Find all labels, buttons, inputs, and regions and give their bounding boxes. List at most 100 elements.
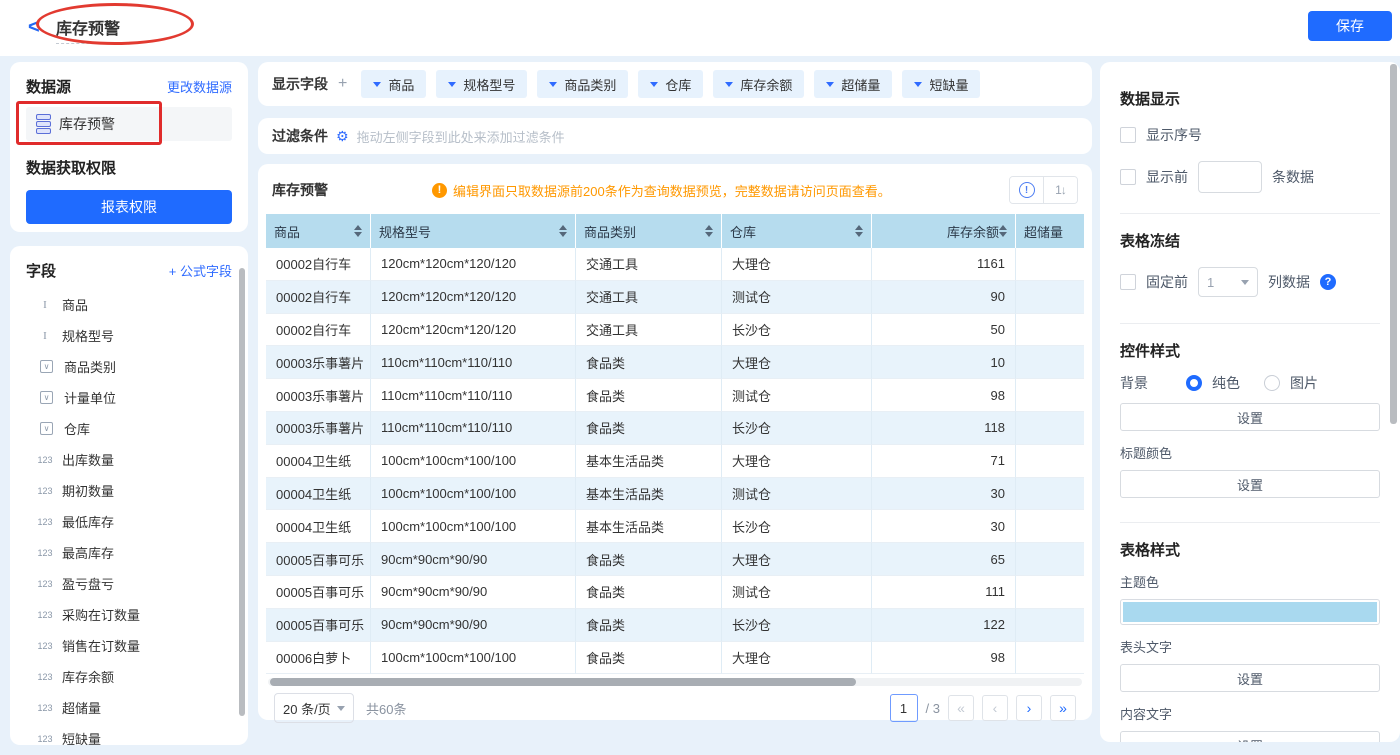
cell-balance: 50 [872,314,1016,347]
column-header-balance[interactable]: 库存余额 [872,214,1016,248]
display-field-chip[interactable]: 商品 [361,70,426,98]
database-icon [36,114,51,134]
cell-overstock [1016,543,1084,576]
page-size-select[interactable]: 20 条/页 [274,693,354,723]
display-field-chip[interactable]: 商品类别 [537,70,628,98]
filter-label: 过滤条件 [272,126,328,146]
cell-product: 00004卫生纸 [266,445,371,478]
field-type-icon: 123 [36,579,54,589]
cell-warehouse: 长沙仓 [722,510,872,543]
display-field-chip[interactable]: 短缺量 [902,70,980,98]
cell-overstock [1016,609,1084,642]
content-text-set-button[interactable]: 设置 [1120,731,1380,742]
field-item[interactable]: 123 盈亏盘亏 [10,568,248,599]
column-header-spec[interactable]: 规格型号 [371,214,576,248]
field-label: 计量单位 [64,388,116,407]
cell-overstock [1016,379,1084,412]
table-row: 00004卫生纸 100cm*100cm*100/100 基本生活品类 大理仓 … [266,445,1084,478]
warning-text: 编辑界面只取数据源前200条作为查询数据预览，完整数据请访问页面查看。 [453,181,891,200]
show-index-checkbox[interactable] [1120,127,1136,143]
back-icon[interactable]: < [28,14,40,40]
display-field-chip[interactable]: 规格型号 [436,70,527,98]
field-item[interactable]: 123 短缺量 [10,723,248,745]
datasource-item[interactable]: 库存预警 [26,107,232,141]
field-item[interactable]: 123 采购在订数量 [10,599,248,630]
field-item[interactable]: 123 出库数量 [10,444,248,475]
report-permission-button[interactable]: 报表权限 [26,190,232,224]
page-title[interactable]: 库存预警 [56,15,120,44]
cell-overstock [1016,281,1084,314]
solid-color-radio[interactable] [1186,375,1202,391]
freeze-checkbox[interactable] [1120,274,1136,290]
field-item[interactable]: 123 最低库存 [10,506,248,537]
display-fields-bar: 显示字段 + 商品 规格型号 商品类别 仓库 库存余额 超储量 [258,62,1092,106]
table-header-row: 商品 规格型号 商品类别 仓库 库存余额 超储量 [266,214,1084,248]
sort-button[interactable]: 1↓ [1043,177,1077,203]
first-page-button[interactable]: « [948,695,974,721]
column-header-product[interactable]: 商品 [266,214,371,248]
cell-overstock [1016,642,1084,675]
next-page-button[interactable]: › [1016,695,1042,721]
image-label: 图片 [1290,373,1318,393]
column-header-category[interactable]: 商品类别 [576,214,722,248]
column-header-overstock[interactable]: 超储量 [1016,214,1084,248]
change-datasource-link[interactable]: 更改数据源 [167,77,232,96]
field-item[interactable]: 123 库存余额 [10,661,248,692]
gear-icon[interactable]: ⚙ [336,128,349,145]
cell-product: 00002自行车 [266,248,371,281]
chip-label: 库存余额 [740,75,792,94]
add-formula-field-link[interactable]: + 公式字段 [169,261,232,280]
freeze-count-select[interactable]: 1 [1198,267,1258,297]
background-set-button[interactable]: 设置 [1120,403,1380,431]
field-item[interactable]: ∨ 计量单位 [10,382,248,413]
field-item[interactable]: ∨ 商品类别 [10,351,248,382]
total-pages: / 3 [926,701,940,716]
column-header-warehouse[interactable]: 仓库 [722,214,872,248]
sort-arrows-icon [705,225,713,237]
add-display-field-button[interactable]: + [338,75,347,93]
horizontal-scrollbar[interactable] [270,678,856,686]
fields-title: 字段 [26,260,56,281]
cell-balance: 118 [872,412,1016,445]
cell-category: 食品类 [576,346,722,379]
field-item[interactable]: I 规格型号 [10,320,248,351]
cell-balance: 90 [872,281,1016,314]
image-radio[interactable] [1264,375,1280,391]
settings-scrollbar[interactable] [1390,64,1397,424]
field-type-icon: ∨ [40,360,53,373]
title-color-set-button[interactable]: 设置 [1120,470,1380,498]
field-type-icon: I [36,330,54,342]
field-item[interactable]: 123 超储量 [10,692,248,723]
prev-page-button[interactable]: ‹ [982,695,1008,721]
field-type-icon: ∨ [40,422,53,435]
horizontal-scrollbar-track [268,678,1082,686]
info-button[interactable]: ! [1010,177,1043,203]
field-item[interactable]: 123 期初数量 [10,475,248,506]
last-page-button[interactable]: » [1050,695,1076,721]
display-field-chip[interactable]: 仓库 [638,70,703,98]
save-button[interactable]: 保存 [1308,11,1392,41]
show-first-checkbox[interactable] [1120,169,1136,185]
settings-panel: 数据显示 显示序号 显示前 条数据 表格冻结 固定前 1 列数据 ? 控件样式 … [1100,62,1400,742]
help-icon[interactable]: ? [1320,274,1336,290]
chevron-down-icon [337,706,345,711]
field-item[interactable]: 123 最高库存 [10,537,248,568]
field-item[interactable]: ∨ 仓库 [10,413,248,444]
display-field-chip[interactable]: 库存余额 [713,70,804,98]
header-text-set-button[interactable]: 设置 [1120,664,1380,692]
row-limit-input[interactable] [1198,161,1262,193]
field-type-icon: 123 [36,703,54,713]
theme-color-swatch[interactable] [1120,599,1380,625]
cell-balance: 111 [872,576,1016,609]
field-type-icon: 123 [36,672,54,682]
field-item[interactable]: I 商品 [10,289,248,320]
datasource-panel: 数据源 更改数据源 库存预警 数据获取权限 报表权限 [10,62,248,232]
fields-scrollbar[interactable] [239,268,245,716]
field-item[interactable]: 123 销售在订数量 [10,630,248,661]
field-label: 超储量 [62,698,101,717]
current-page-input[interactable]: 1 [890,694,918,722]
cell-overstock [1016,445,1084,478]
filter-dropzone[interactable]: 拖动左侧字段到此处来添加过滤条件 [357,127,565,146]
display-field-chip[interactable]: 超储量 [814,70,892,98]
cell-balance: 71 [872,445,1016,478]
